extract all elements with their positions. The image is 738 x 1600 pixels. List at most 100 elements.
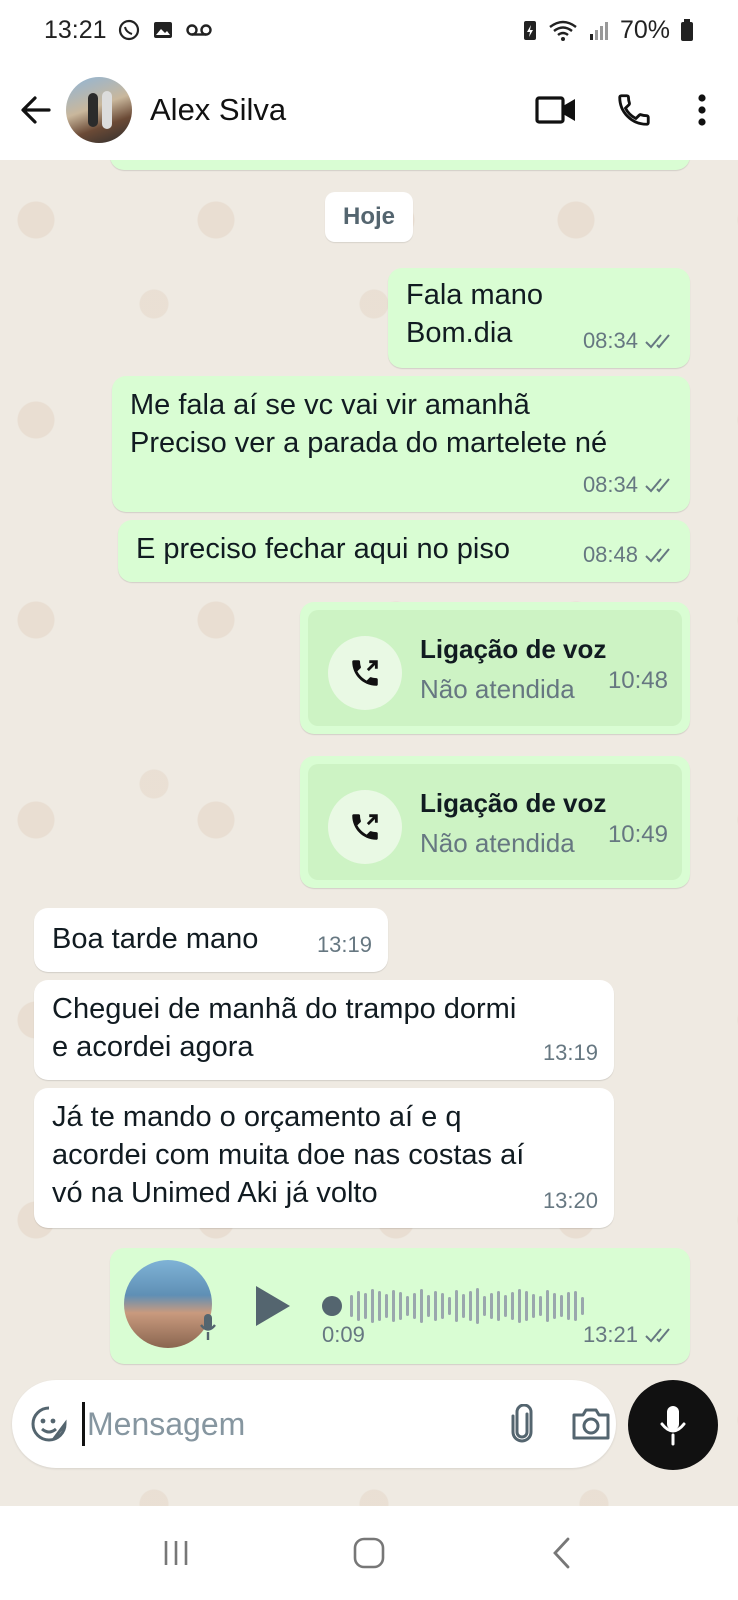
message-bubble[interactable]: Boa tarde mano 13:19 xyxy=(34,908,388,972)
waveform-bar xyxy=(539,1296,542,1316)
message-line: Preciso ver a parada do martelete né xyxy=(130,427,608,459)
message-line: Cheguei de manhã do trampo dormi xyxy=(52,993,517,1025)
call-bubble[interactable]: Ligação de voz Não atendida 10:49 xyxy=(300,756,690,888)
message-line: Fala mano xyxy=(406,279,544,311)
call-card: Ligação de voz Não atendida 10:48 xyxy=(308,610,682,726)
contact-name[interactable]: Alex Silva xyxy=(150,92,528,128)
waveform-scrubber[interactable] xyxy=(322,1296,342,1316)
more-options-button[interactable] xyxy=(684,82,720,138)
home-icon xyxy=(353,1537,385,1569)
message-line: e acordei agora xyxy=(52,1031,254,1063)
waveform-bar xyxy=(455,1290,458,1322)
mic-icon xyxy=(660,1406,686,1446)
call-status: Não atendida xyxy=(420,674,575,704)
paperclip-icon xyxy=(511,1404,533,1443)
waveform-bar xyxy=(504,1295,507,1317)
video-call-button[interactable] xyxy=(528,82,584,138)
back-nav-button[interactable] xyxy=(532,1523,592,1583)
status-right: 70% xyxy=(522,16,694,45)
waveform-bar xyxy=(581,1297,584,1315)
outgoing-call-icon xyxy=(352,660,378,686)
waveform-bar xyxy=(553,1293,556,1319)
battery-icon xyxy=(680,18,694,42)
message-time: 13:21 xyxy=(583,1316,674,1354)
call-status: Não atendida xyxy=(420,828,575,858)
waveform-bar xyxy=(490,1293,493,1319)
message-time: 08:34 xyxy=(583,466,674,504)
voice-call-button[interactable] xyxy=(606,82,662,138)
waveform-bar xyxy=(399,1292,402,1320)
home-button[interactable] xyxy=(339,1523,399,1583)
waveform-bar xyxy=(511,1292,514,1320)
play-icon xyxy=(256,1286,290,1326)
waveform-bar xyxy=(476,1288,479,1324)
call-card: Ligação de voz Não atendida 10:49 xyxy=(308,764,682,880)
waveform-bar xyxy=(497,1291,500,1321)
attach-button[interactable] xyxy=(507,1398,537,1450)
voice-message-bubble[interactable]: 0:09 13:21 xyxy=(110,1248,690,1364)
voice-record-button[interactable] xyxy=(628,1380,718,1470)
battery-percent: 70% xyxy=(619,15,670,44)
message-bubble[interactable]: Cheguei de manhã do trampo dormi e acord… xyxy=(34,980,614,1080)
back-arrow-icon xyxy=(21,96,51,124)
message-bubble[interactable]: Já te mando o orçamento aí e q acordei c… xyxy=(34,1088,614,1228)
message-time: 13:19 xyxy=(543,1034,598,1072)
sticker-emoji-icon xyxy=(31,1406,67,1442)
play-button[interactable] xyxy=(252,1284,292,1338)
wifi-icon xyxy=(548,18,578,42)
outgoing-call-icon xyxy=(352,814,378,840)
waveform-bar xyxy=(574,1291,577,1321)
back-icon xyxy=(552,1537,570,1569)
message-bubble[interactable]: E preciso fechar aqui no piso 08:48 xyxy=(118,520,690,582)
message-input[interactable] xyxy=(82,1402,507,1446)
call-icon-circle xyxy=(328,636,402,710)
waveform-bar xyxy=(434,1291,437,1321)
call-time: 10:48 xyxy=(607,667,668,694)
more-vert-icon xyxy=(698,94,706,126)
message-time: 13:19 xyxy=(317,926,372,964)
time-text: 13:19 xyxy=(542,1040,598,1065)
message-line: Já te mando o orçamento aí e q xyxy=(52,1101,462,1133)
call-bubble[interactable]: Ligação de voz Não atendida 10:48 xyxy=(300,602,690,734)
waveform-bar xyxy=(546,1290,549,1322)
camera-button[interactable] xyxy=(571,1398,611,1450)
waveform-bar xyxy=(525,1291,528,1321)
waveform-bar xyxy=(392,1290,395,1322)
call-icon-circle xyxy=(328,790,402,864)
time-text: 08:48 xyxy=(582,542,638,567)
waveform-bar xyxy=(420,1289,423,1323)
waveform-bar xyxy=(427,1295,430,1317)
waveform-bar xyxy=(350,1295,353,1317)
message-bubble[interactable]: Me fala aí se vc vai vir amanhã Preciso … xyxy=(112,376,690,512)
signal-icon xyxy=(588,19,610,41)
mic-badge-icon xyxy=(198,1312,218,1352)
emoji-button[interactable] xyxy=(30,1402,68,1446)
call-title: Ligação de voz xyxy=(420,634,607,664)
recent-apps-button[interactable] xyxy=(146,1523,206,1583)
time-text: 13:20 xyxy=(542,1188,598,1213)
call-title: Ligação de voz xyxy=(420,788,607,818)
call-time: 10:49 xyxy=(607,821,668,848)
waveform-bar xyxy=(378,1291,381,1321)
recent-apps-icon xyxy=(165,1541,188,1565)
phone-icon xyxy=(618,94,650,126)
waveform-bar xyxy=(532,1294,535,1318)
waveform-bar xyxy=(518,1289,521,1323)
time-text: 08:34 xyxy=(582,472,638,497)
message-bubble[interactable]: Fala mano Bom.dia 08:34 xyxy=(388,268,690,368)
time-text: 13:21 xyxy=(582,1322,638,1347)
read-ticks-icon xyxy=(644,332,674,350)
message-time: 08:34 xyxy=(583,322,674,360)
back-button[interactable] xyxy=(14,88,58,132)
waveform-bar xyxy=(448,1297,451,1315)
camera-icon xyxy=(572,1408,610,1440)
status-time: 13:21 xyxy=(44,15,107,44)
read-ticks-icon xyxy=(644,1326,674,1344)
voice-duration: 0:09 xyxy=(322,1322,365,1347)
partial-message xyxy=(110,160,690,170)
contact-avatar[interactable] xyxy=(66,77,132,143)
gallery-icon xyxy=(151,18,175,42)
system-nav-bar xyxy=(0,1506,738,1600)
chat-header: Alex Silva xyxy=(0,60,738,160)
chat-area[interactable]: Hoje Fala mano Bom.dia 08:34 Me fala aí … xyxy=(0,160,738,1506)
